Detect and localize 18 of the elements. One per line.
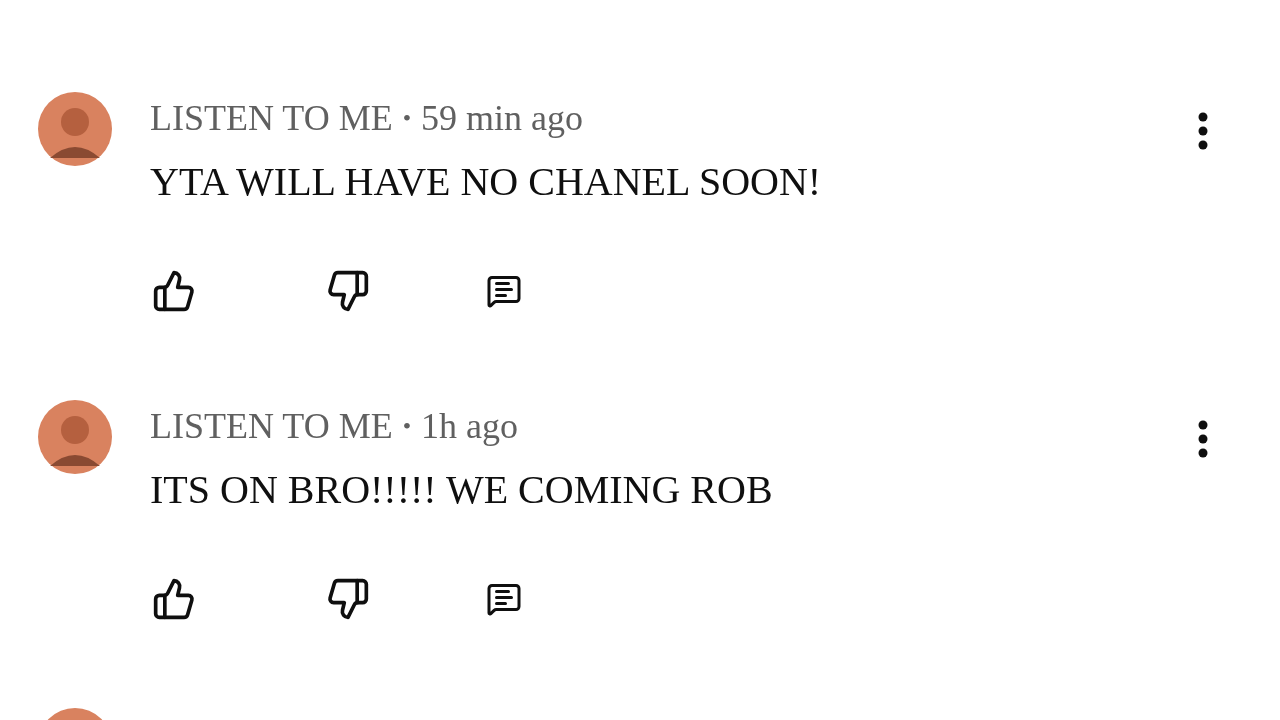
author-name[interactable]: LISTEN TO ME	[150, 91, 393, 145]
comment-text: ITS ON BRO!!!!! WE COMING ROB	[150, 466, 774, 514]
thumbs-down-icon	[326, 577, 370, 621]
thumbs-up-icon	[152, 269, 196, 313]
more-options-icon	[1198, 420, 1208, 458]
author-name[interactable]: LISTEN TO ME	[150, 399, 393, 453]
comment-time: 59 min ago	[421, 97, 584, 140]
thumbs-down-icon	[326, 269, 370, 313]
comment-time: 1h ago	[421, 405, 519, 448]
thumbs-up-icon	[152, 577, 196, 621]
avatar[interactable]	[38, 92, 112, 166]
separator: •	[402, 412, 412, 441]
separator: •	[402, 104, 412, 133]
avatar[interactable]	[38, 400, 112, 474]
comment-text: YTA WILL HAVE NO CHANEL SOON!	[150, 158, 823, 206]
comment-icon	[486, 581, 522, 617]
more-options-icon	[1198, 112, 1208, 150]
comment-icon	[486, 273, 522, 309]
